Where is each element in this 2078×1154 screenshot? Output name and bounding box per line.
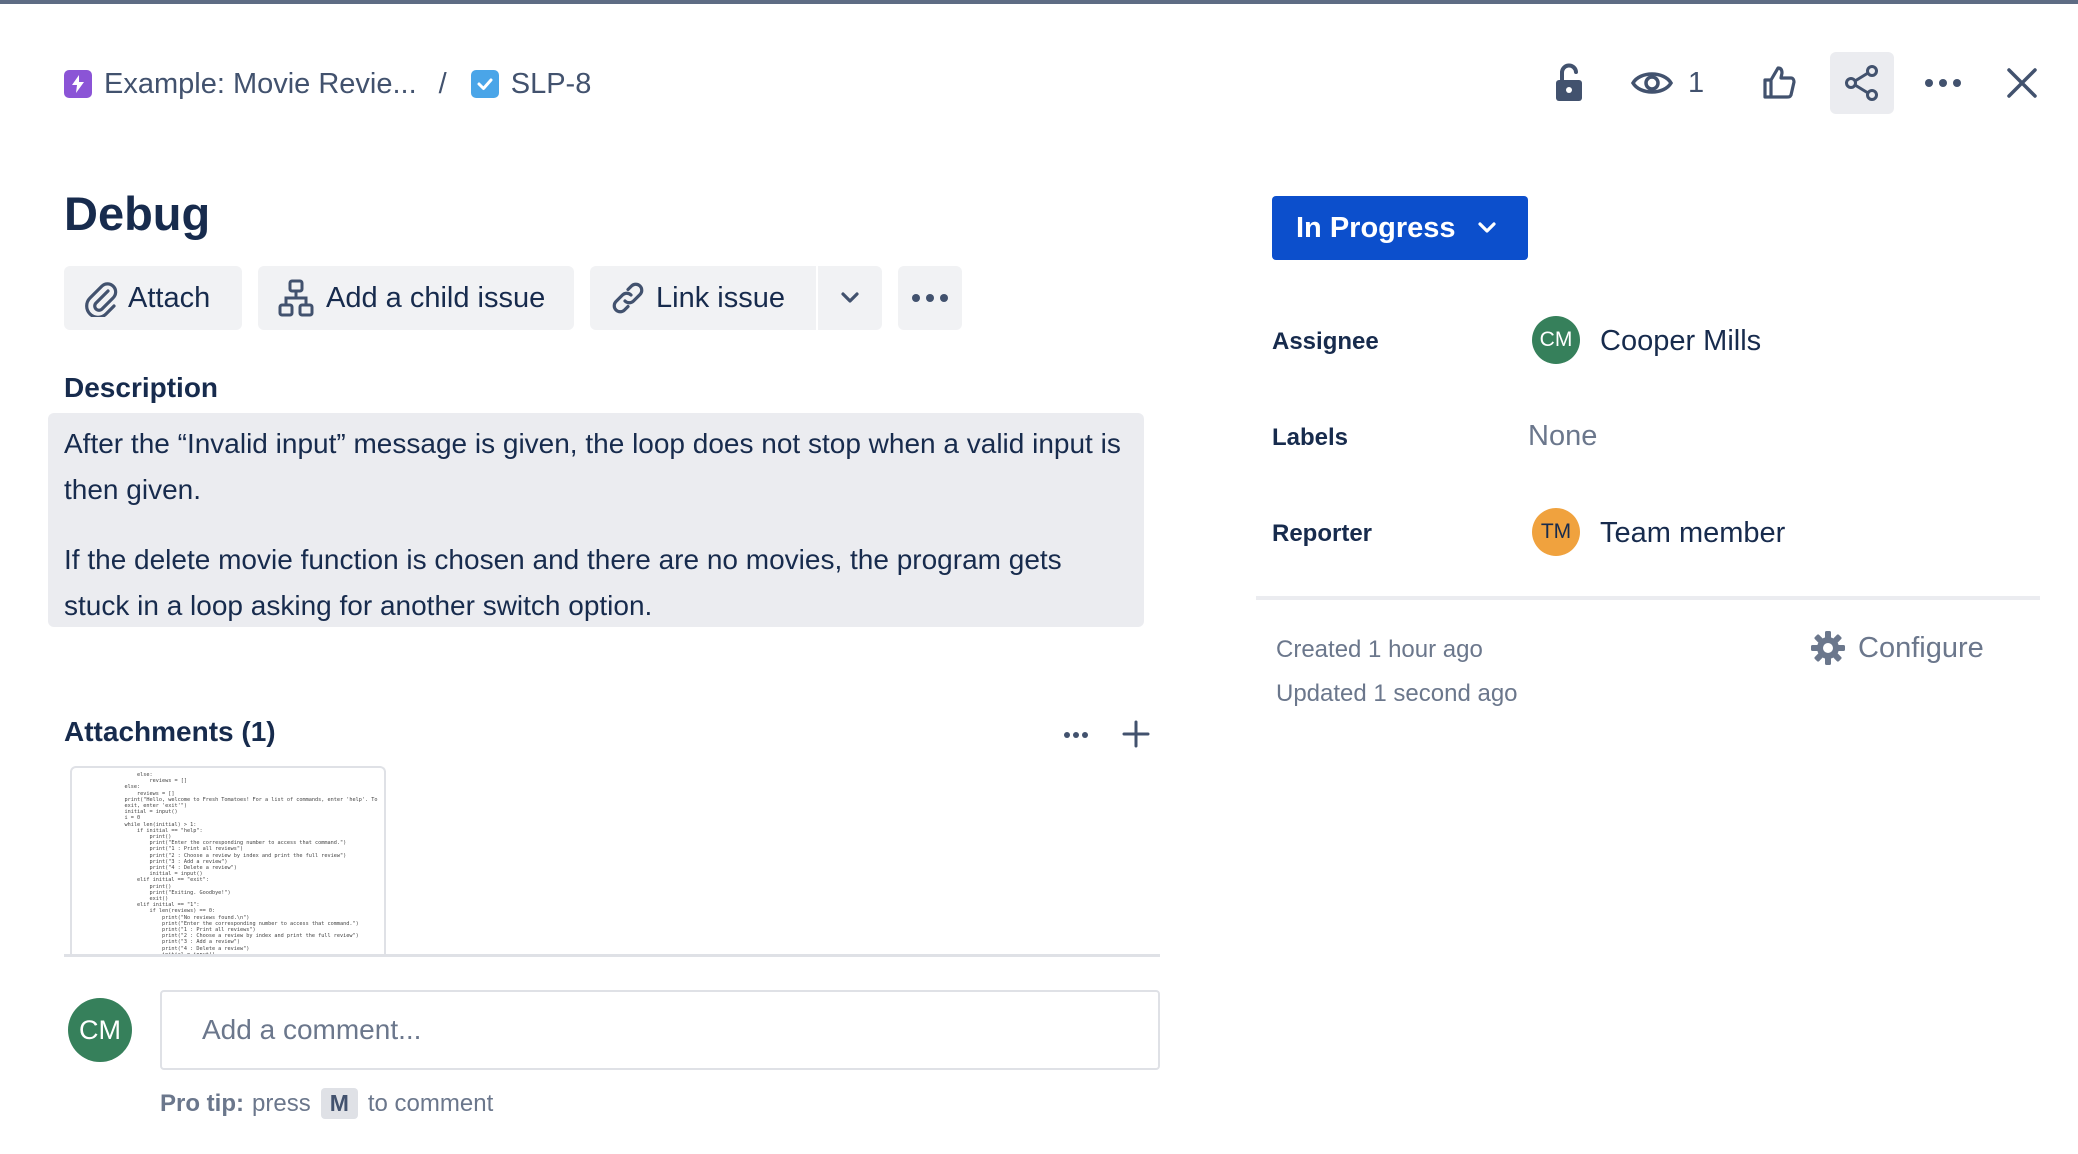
comment-placeholder: Add a comment...: [202, 1014, 422, 1045]
assignee-name[interactable]: Cooper Mills: [1600, 325, 1761, 358]
close-button[interactable]: [1994, 52, 2050, 114]
keyboard-shortcut-key: M: [320, 1088, 358, 1119]
labels-value[interactable]: None: [1528, 420, 1597, 453]
window-top-border: [0, 0, 2078, 4]
configure-button[interactable]: Configure: [1810, 630, 1984, 666]
attachments-more-button[interactable]: [1056, 720, 1096, 750]
attachments-heading: Attachments (1): [64, 716, 276, 747]
details-divider: [1256, 596, 2040, 600]
status-label: In Progress: [1296, 211, 1456, 244]
pro-tip-press: press: [252, 1089, 311, 1117]
avatar-initials: CM: [79, 1014, 121, 1045]
paperclip-icon: [84, 279, 118, 317]
link-icon: [610, 280, 646, 316]
reporter-label: Reporter: [1272, 520, 1373, 547]
hierarchy-icon: [278, 279, 314, 317]
chevron-down-icon: [841, 292, 859, 304]
attachments-divider: [64, 954, 1160, 957]
configure-label: Configure: [1858, 631, 1984, 664]
avatar-initials: TM: [1540, 520, 1572, 543]
share-icon: [1843, 64, 1881, 102]
description-paragraph: If the delete movie function is chosen a…: [64, 544, 1062, 621]
attachment-thumbnail[interactable]: else: reviews = [] else: reviews = [] pr…: [70, 766, 386, 956]
assignee-label: Assignee: [1272, 328, 1379, 355]
attach-label: Attach: [128, 281, 211, 314]
chevron-down-icon: [1477, 222, 1496, 234]
pro-tip: Pro tip: press M to comment: [160, 1088, 493, 1119]
watch-button[interactable]: 1: [1630, 52, 1710, 114]
watch-count: 1: [1688, 66, 1705, 99]
labels-label: Labels: [1272, 424, 1349, 451]
description-heading: Description: [64, 372, 219, 403]
reporter-name[interactable]: Team member: [1600, 517, 1785, 550]
status-dropdown-button[interactable]: In Progress: [1272, 196, 1528, 260]
link-issue-label: Link issue: [656, 281, 785, 314]
breadcrumb-project-link[interactable]: Example: Movie Revie...: [104, 68, 417, 101]
vote-button[interactable]: [1748, 52, 1810, 114]
description-paragraph: After the “Invalid input” message is giv…: [64, 428, 1121, 505]
more-icon: [911, 293, 949, 303]
restrictions-button[interactable]: [1538, 52, 1600, 114]
issue-title[interactable]: Debug: [64, 186, 210, 241]
add-child-issue-button[interactable]: Add a child issue: [258, 266, 574, 330]
description-field[interactable]: After the “Invalid input” message is giv…: [48, 413, 1144, 627]
thumbs-up-icon: [1761, 65, 1797, 101]
more-toolbar-button[interactable]: [898, 266, 962, 330]
more-icon: [1924, 78, 1962, 88]
breadcrumb-issue-key-link[interactable]: SLP-8: [511, 68, 592, 101]
close-icon: [2006, 67, 2038, 99]
eye-icon: [1630, 68, 1674, 98]
current-user-avatar: CM: [68, 998, 132, 1062]
reporter-avatar[interactable]: TM: [1532, 508, 1580, 556]
more-icon: [1063, 731, 1089, 739]
created-timestamp: Created 1 hour ago: [1276, 636, 1483, 663]
link-issue-button[interactable]: Link issue: [590, 266, 816, 330]
share-button[interactable]: [1830, 52, 1894, 114]
lock-open-icon: [1553, 63, 1585, 103]
gear-icon: [1810, 630, 1846, 666]
link-issue-dropdown-button[interactable]: [818, 266, 882, 330]
plus-icon: [1122, 720, 1150, 748]
breadcrumb: Example: Movie Revie... / SLP-8: [64, 64, 591, 104]
updated-timestamp: Updated 1 second ago: [1276, 680, 1518, 707]
add-attachment-button[interactable]: [1118, 716, 1154, 752]
code-screenshot-image: else: reviews = [] else: reviews = [] pr…: [124, 772, 378, 956]
pro-tip-suffix: to comment: [367, 1089, 494, 1117]
assignee-avatar[interactable]: CM: [1532, 316, 1580, 364]
add-child-issue-label: Add a child issue: [326, 281, 546, 314]
task-checkbox-icon: [470, 70, 499, 98]
more-actions-button[interactable]: [1912, 52, 1974, 114]
add-comment-input[interactable]: Add a comment...: [160, 990, 1160, 1070]
avatar-initials: CM: [1539, 328, 1573, 351]
breadcrumb-separator: /: [438, 67, 447, 100]
pro-tip-label: Pro tip:: [160, 1089, 244, 1117]
epic-icon: [64, 70, 92, 98]
attach-button[interactable]: Attach: [64, 266, 242, 330]
